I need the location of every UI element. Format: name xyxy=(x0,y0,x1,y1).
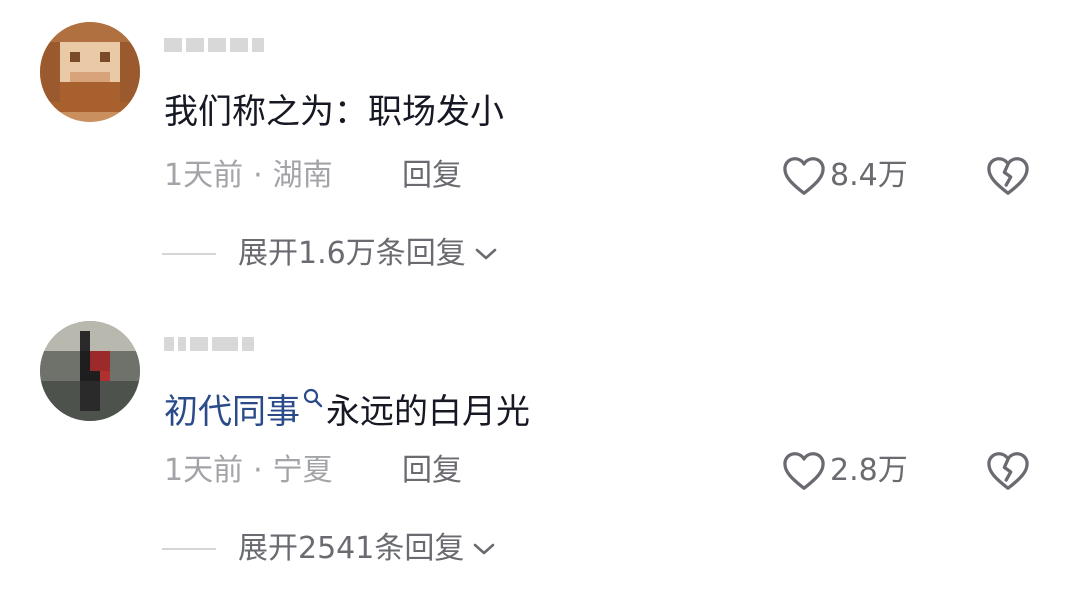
heart-icon xyxy=(783,452,825,490)
expand-replies-label: 展开2541条回复 xyxy=(238,531,465,566)
broken-heart-icon[interactable] xyxy=(986,451,1030,491)
comment-location: 宁夏 xyxy=(272,453,333,488)
pixelated-avatar-icon xyxy=(40,22,140,122)
like-button[interactable]: 2.8万 xyxy=(782,451,908,491)
search-icon[interactable] xyxy=(302,387,324,409)
username-obscured[interactable] xyxy=(164,337,254,351)
comment-meta: 1天前 · 湖南 xyxy=(164,156,333,196)
expand-replies-label: 展开1.6万条回复 xyxy=(238,236,466,271)
chevron-down-icon xyxy=(475,248,497,260)
expand-replies-button[interactable]: 展开2541条回复 xyxy=(162,529,496,569)
comment-meta: 1天前 · 宁夏 xyxy=(164,451,333,491)
like-button[interactable]: 8.4万 xyxy=(782,156,908,196)
comment-time: 1天前 xyxy=(164,158,244,193)
divider-line xyxy=(162,548,216,550)
avatar[interactable] xyxy=(40,321,140,421)
comment-location: 湖南 xyxy=(272,158,333,193)
pixelated-avatar-icon xyxy=(40,321,140,421)
like-count: 8.4万 xyxy=(830,158,908,193)
divider-line xyxy=(162,253,216,255)
search-keyword-link[interactable]: 初代同事 xyxy=(164,392,300,432)
comment-text: 我们称之为：职场发小 xyxy=(164,92,504,132)
meta-separator: · xyxy=(253,158,263,193)
reply-button[interactable]: 回复 xyxy=(402,451,462,491)
comment-text: 初代同事 永远的白月光 xyxy=(164,387,530,434)
comment-time: 1天前 xyxy=(164,453,244,488)
comment-text-rest: 永远的白月光 xyxy=(326,392,530,432)
reply-button[interactable]: 回复 xyxy=(402,156,462,196)
avatar[interactable] xyxy=(40,22,140,122)
heart-icon xyxy=(783,157,825,195)
broken-heart-icon[interactable] xyxy=(986,156,1030,196)
username-obscured[interactable] xyxy=(164,38,264,52)
chevron-down-icon xyxy=(474,543,495,555)
like-count: 2.8万 xyxy=(830,453,908,488)
comment-item: 初代同事 永远的白月光 1天前 · 宁夏 回复 2.8万 展开2541条回复 xyxy=(0,297,1080,594)
expand-replies-button[interactable]: 展开1.6万条回复 xyxy=(162,234,498,274)
meta-separator: · xyxy=(253,453,263,488)
comment-item: 我们称之为：职场发小 1天前 · 湖南 回复 8.4万 展开1.6万条回复 xyxy=(0,0,1080,297)
